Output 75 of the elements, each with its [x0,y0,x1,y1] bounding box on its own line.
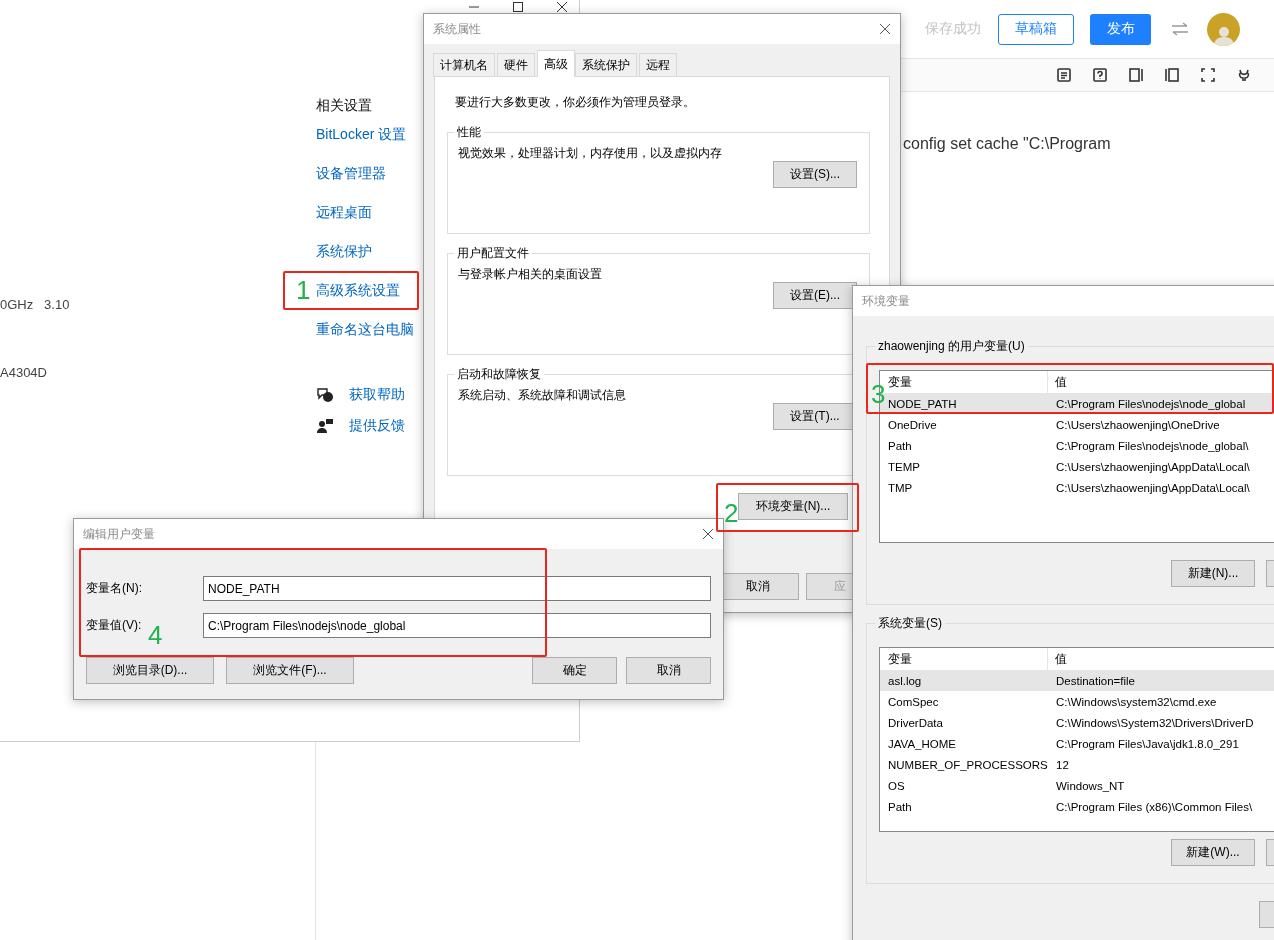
group-title: 用户配置文件 [456,245,530,262]
variable-row[interactable]: ComSpec C:\Windows\system32\cmd.exe [880,691,1274,712]
fullscreen-icon[interactable] [1200,67,1216,83]
variable-row[interactable]: JAVA_HOME C:\Program Files\Java\jdk1.8.0_291 [880,733,1274,754]
settings-link[interactable]: BitLocker 设置 [316,115,407,154]
tab[interactable]: 系统保护 [575,53,637,77]
variable-row[interactable]: DriverData C:\Windows\System32\Drivers\DriverD [880,712,1274,733]
new-variable-button[interactable]: 新建(W)... [1171,839,1255,866]
editor-text: config set cache "C:\Program [903,135,1111,152]
help-icon[interactable] [1092,67,1108,83]
spec-text: 0GHz 3.10 [0,296,70,314]
close-icon[interactable] [557,2,567,12]
variable-row[interactable]: OneDrive C:\Users\zhaowenjing\OneDrive [880,414,1274,435]
group-title: zhaowenjing 的用户变量(U) [877,338,1026,355]
maximize-icon[interactable] [513,2,523,12]
browse-button[interactable]: 浏览目录(D)... [86,657,214,684]
window-title: 环境变量 [862,292,910,310]
dialog-button[interactable]: 取消 [626,657,711,684]
document-icon[interactable] [1056,67,1072,83]
right-panel-icon[interactable] [1128,67,1144,83]
variable-row[interactable]: Path C:\Program Files\nodejs\node_global\ [880,435,1274,456]
variable-row[interactable]: asl.log Destination=file [880,670,1274,691]
publish-button[interactable]: 发布 [1090,13,1151,45]
cat-icon[interactable] [1236,67,1252,83]
swap-icon[interactable] [1171,22,1189,36]
input-field[interactable]: NODE_PATH [203,576,711,601]
dialog-button[interactable]: 确定 [532,657,617,684]
close-icon[interactable] [879,23,891,35]
variables-list[interactable] [879,647,1274,832]
person-feedback-icon [316,417,334,434]
left-panel-icon[interactable] [1164,67,1180,83]
window-title: 编辑用户变量 [83,525,155,543]
settings-link[interactable]: 设备管理器 [316,154,386,193]
variable-row[interactable]: TEMP C:\Users\zhaowenjing\AppData\Local\ [880,456,1274,477]
variable-row[interactable]: Path C:\Program Files (x86)\Common Files\ [880,796,1274,817]
tab[interactable]: 远程 [639,53,677,77]
column-header[interactable]: 值 [1048,373,1067,391]
field-label: 变量值(V): [86,617,143,634]
settings-button[interactable]: 设置(E)... [773,282,857,309]
tab[interactable]: 硬件 [497,53,535,77]
group-description: 系统启动、系统故障和调试信息 [458,387,627,403]
spec-text: A4304D [0,364,47,382]
environment-variables-button[interactable]: 环境变量(N)... [738,493,848,520]
variable-row[interactable]: TMP C:\Users\zhaowenjing\AppData\Local\ [880,477,1274,498]
chat-help-icon [316,386,334,403]
group-title: 性能 [456,124,482,141]
notice-text: 要进行大多数更改，你必须作为管理员登录。 [455,94,696,110]
drafts-button[interactable]: 草稿箱 [998,13,1074,45]
tab[interactable]: 计算机名 [433,53,495,77]
variable-row[interactable]: NUMBER_OF_PROCESSORS 12 [880,754,1274,775]
column-header[interactable]: 值 [1048,650,1067,668]
variable-row[interactable]: OS Windows_NT [880,775,1274,796]
step-number: 4 [148,622,163,648]
step-number: 2 [724,500,739,526]
section-title: 相关设置 [316,96,372,115]
group-description: 与登录帐户相关的桌面设置 [458,266,603,282]
field-label: 变量名(N): [86,580,143,597]
new-variable-button[interactable]: 新建(N)... [1171,560,1255,587]
support-link[interactable]: 提供反馈 [349,410,405,441]
support-link[interactable]: 获取帮助 [349,379,405,410]
save-status: 保存成功 [925,20,981,38]
browse-button[interactable]: 浏览文件(F)... [226,657,354,684]
input-field[interactable]: C:\Program Files\nodejs\node_global [203,613,711,638]
settings-link[interactable]: 系统保护 [316,232,372,271]
group-title: 启动和故障恢复 [456,366,542,383]
group-title: 系统变量(S) [877,615,943,632]
group-description: 视觉效果，处理器计划，内存使用，以及虚拟内存 [458,145,723,161]
close-icon[interactable] [702,528,714,540]
settings-link[interactable]: 远程桌面 [316,193,372,232]
settings-link[interactable]: 重命名这台电脑 [316,310,414,349]
settings-button[interactable]: 设置(S)... [773,161,857,188]
step-number: 1 [296,277,311,303]
window-title: 系统属性 [433,20,481,38]
settings-link[interactable]: 高级系统设置 [316,271,400,310]
tab[interactable]: 高级 [537,50,575,77]
